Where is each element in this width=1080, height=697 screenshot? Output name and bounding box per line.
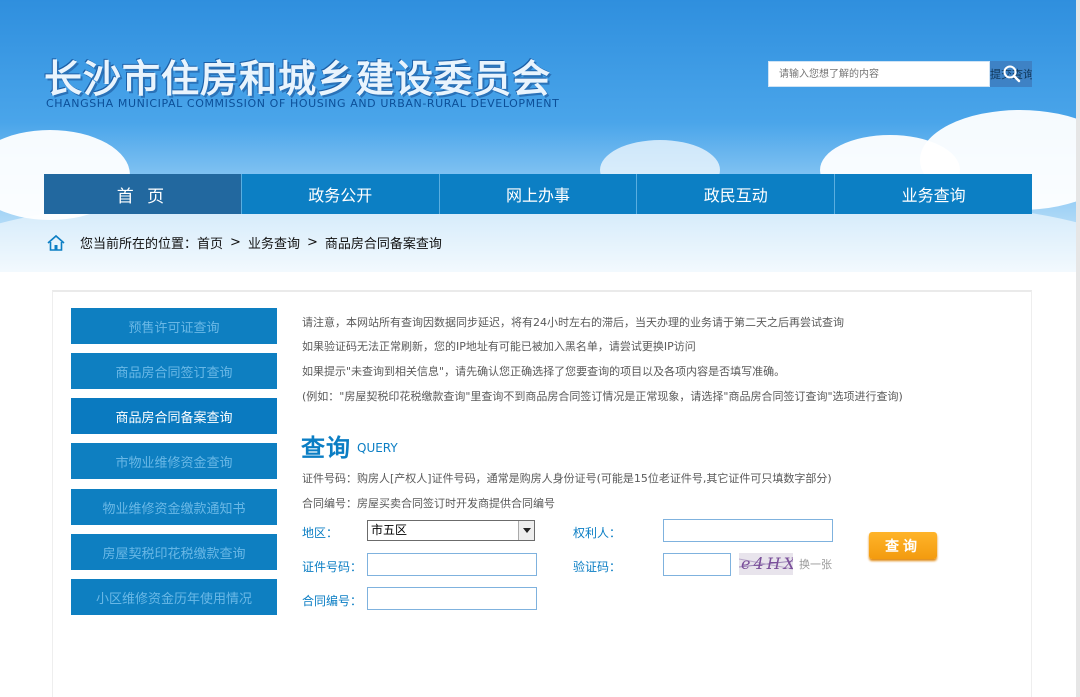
id-number-label: 证件号码： [302,560,363,574]
home-icon [47,234,65,251]
nav-item-interaction[interactable]: 政民互动 [637,174,836,214]
captcha-label: 验证码： [573,560,622,574]
notice-text: 如果验证码无法正常刷新，您的IP地址有可能已被加入黑名单，请尝试更换IP访问 [302,340,696,353]
breadcrumb-current: 商品房合同备案查询 [324,237,442,252]
captcha-refresh-link[interactable]: 换一张 [799,556,832,572]
region-label: 地区： [302,526,339,540]
window-scrollbar[interactable] [1076,0,1080,697]
region-select-value: 市五区 [371,523,408,537]
nav-item-online-services[interactable]: 网上办事 [439,174,638,214]
breadcrumb-prefix: 您当前所在的位置： [80,237,198,252]
sidebar-item-contract-signing[interactable]: 商品房合同签订查询 [71,353,277,389]
captcha-input[interactable] [663,553,731,576]
main-nav: 首 页 政务公开 网上办事 政民互动 业务查询 [44,174,1032,214]
query-title-en: QUERY [357,441,398,455]
query-submit-button[interactable]: 查询 [869,532,937,559]
nav-item-government-affairs[interactable]: 政务公开 [241,174,440,214]
nav-item-business-query[interactable]: 业务查询 [835,174,1032,214]
search-icon [1003,65,1021,83]
sidebar-item-fund-usage-history[interactable]: 小区维修资金历年使用情况 [71,579,277,615]
breadcrumb: 您当前所在的位置： 首页 > 业务查询 > 商品房合同备案查询 [46,233,442,252]
site-title: 长沙市住房和城乡建设委员会 [44,57,552,101]
contract-number-input[interactable] [367,587,537,610]
query-title: 查询 [301,434,351,462]
search-input[interactable] [768,61,990,87]
notice-text: 如果提示"未查询到相关信息"，请先确认您正确选择了您要查询的项目以及各项内容是否… [302,365,786,378]
dropdown-arrow-icon [518,521,534,540]
breadcrumb-separator: > [230,235,241,250]
id-number-input[interactable] [367,553,537,576]
notice-text: (例如："房屋契税印花税缴款查询"里查询不到商品房合同签订情况是正常现象，请选择… [302,390,903,403]
sidebar-item-fund-payment-notice[interactable]: 物业维修资金缴款通知书 [71,489,277,525]
site-header: 长沙市住房和城乡建设委员会 CHANGSHA MUNICIPAL COMMISS… [0,0,1080,272]
sidebar-item-contract-filing[interactable]: 商品房合同备案查询 [71,398,277,434]
region-select[interactable]: 市五区 [367,520,535,541]
owner-label: 权利人： [573,526,622,540]
notice-text: 请注意，本网站所有查询因数据同步延迟，将有24小时左右的滞后，当天办理的业务请于… [302,316,844,329]
site-subtitle: CHANGSHA MUNICIPAL COMMISSION OF HOUSING… [46,97,560,110]
captcha-image[interactable]: e4HX [739,553,793,575]
contract-number-label: 合同编号： [302,594,363,608]
owner-input[interactable] [663,519,833,542]
breadcrumb-separator: > [306,235,318,250]
breadcrumb-link-business-query[interactable]: 业务查询 [248,233,300,252]
sidebar-item-deed-tax[interactable]: 房屋契税印花税缴款查询 [71,534,277,570]
sidebar-item-presale-permit[interactable]: 预售许可证查询 [71,308,277,344]
search-button[interactable]: 提交查询 [990,61,1032,87]
query-hint: 合同编号：房屋买卖合同签订时开发商提供合同编号 [302,497,555,510]
sidebar-item-maintenance-fund[interactable]: 市物业维修资金查询 [71,443,277,479]
nav-item-home[interactable]: 首 页 [44,174,242,214]
captcha-text: e4HX [741,554,793,573]
query-hint: 证件号码：购房人[产权人]证件号码，通常是购房人身份证号(可能是15位老证件号,… [302,472,832,485]
breadcrumb-link-home[interactable]: 首页 [197,233,223,252]
